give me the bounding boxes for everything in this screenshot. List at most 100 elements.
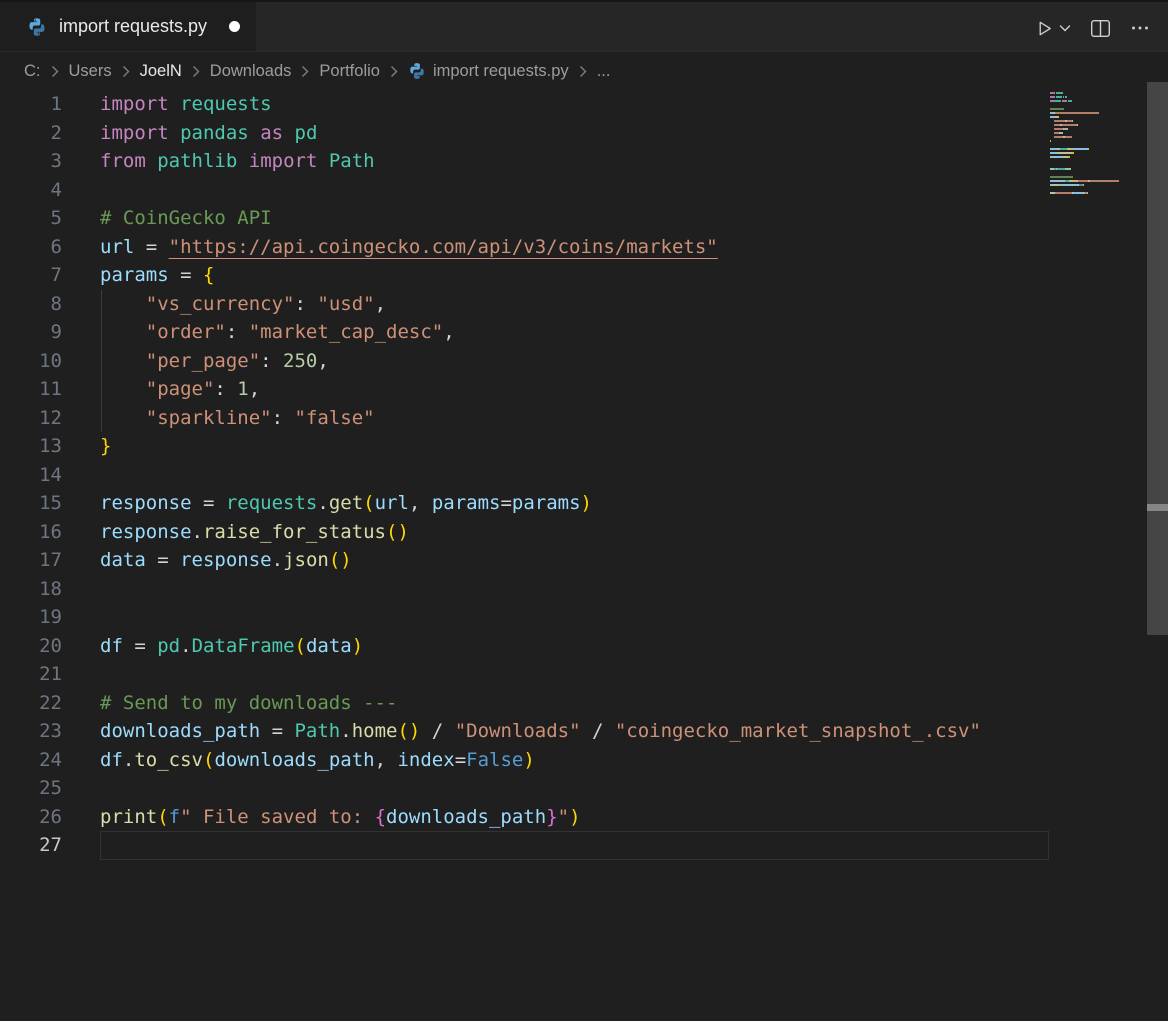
line-number[interactable]: 6 xyxy=(0,233,62,262)
line-number[interactable]: 5 xyxy=(0,204,62,233)
code-line: 11 "page": 1, xyxy=(0,375,981,404)
code-line: 4 xyxy=(0,176,981,205)
code-line: 9 "order": "market_cap_desc", xyxy=(0,318,981,347)
chevron-right-icon xyxy=(50,64,60,79)
breadcrumb-item[interactable]: C: xyxy=(24,62,41,81)
breadcrumb-item[interactable]: Users xyxy=(69,62,112,81)
code-line: 16response.raise_for_status() xyxy=(0,518,981,547)
code-line-content[interactable]: import requests xyxy=(62,90,272,119)
code-line-content[interactable]: from pathlib import Path xyxy=(62,147,375,176)
code-line-content[interactable] xyxy=(62,176,100,205)
chevron-down-icon[interactable] xyxy=(1059,24,1071,33)
breadcrumb-item[interactable]: JoelN xyxy=(140,62,182,81)
code-line-content[interactable]: downloads_path = Path.home() / "Download… xyxy=(62,717,981,746)
line-number[interactable]: 26 xyxy=(0,803,62,832)
line-number[interactable]: 23 xyxy=(0,717,62,746)
line-number[interactable]: 2 xyxy=(0,119,62,148)
code-line: 3from pathlib import Path xyxy=(0,147,981,176)
line-number[interactable]: 12 xyxy=(0,404,62,433)
code-line-content[interactable] xyxy=(62,461,100,490)
vertical-scrollbar-thumb[interactable] xyxy=(1147,82,1168,635)
line-number[interactable]: 8 xyxy=(0,290,62,319)
code-line: 14 xyxy=(0,461,981,490)
chevron-right-icon xyxy=(389,64,399,79)
code-line-content[interactable]: } xyxy=(62,432,111,461)
minimap-line xyxy=(1050,194,1147,198)
breadcrumb-item[interactable]: Downloads xyxy=(210,62,292,81)
more-actions-icon[interactable] xyxy=(1130,18,1150,38)
line-number[interactable]: 17 xyxy=(0,546,62,575)
code-line: 18 xyxy=(0,575,981,604)
code-line: 13} xyxy=(0,432,981,461)
chevron-right-icon xyxy=(578,64,588,79)
line-number[interactable]: 25 xyxy=(0,774,62,803)
code-line: 12 "sparkline": "false" xyxy=(0,404,981,433)
code-line-content[interactable]: import pandas as pd xyxy=(62,119,317,148)
code-line: 6url = "https://api.coingecko.com/api/v3… xyxy=(0,233,981,262)
line-number[interactable]: 7 xyxy=(0,261,62,290)
code-line: 22# Send to my downloads --- xyxy=(0,689,981,718)
code-line-content[interactable]: response = requests.get(url, params=para… xyxy=(62,489,592,518)
code-line-content[interactable] xyxy=(62,660,100,689)
line-number[interactable]: 22 xyxy=(0,689,62,718)
line-number[interactable]: 21 xyxy=(0,660,62,689)
tab-import-requests[interactable]: import requests.py xyxy=(0,2,256,51)
line-number[interactable]: 27 xyxy=(0,831,62,860)
code-line-content[interactable]: # Send to my downloads --- xyxy=(62,689,397,718)
breadcrumb: C: Users JoelN Downloads Portfolio import req… xyxy=(0,53,1168,89)
code-line: 25 xyxy=(0,774,981,803)
code-line-content[interactable]: params = { xyxy=(62,261,214,290)
breadcrumb-item[interactable]: Portfolio xyxy=(319,62,380,81)
line-number[interactable]: 1 xyxy=(0,90,62,119)
line-number[interactable]: 16 xyxy=(0,518,62,547)
code-line-content[interactable]: # CoinGecko API xyxy=(62,204,272,233)
line-number[interactable]: 14 xyxy=(0,461,62,490)
code-line: 24df.to_csv(downloads_path, index=False) xyxy=(0,746,981,775)
code-line-content[interactable]: "sparkline": "false" xyxy=(62,404,375,433)
chevron-right-icon xyxy=(300,64,310,79)
minimap[interactable] xyxy=(1050,90,1147,198)
line-number[interactable]: 11 xyxy=(0,375,62,404)
code-line: 10 "per_page": 250, xyxy=(0,347,981,376)
line-number[interactable]: 24 xyxy=(0,746,62,775)
line-number[interactable]: 9 xyxy=(0,318,62,347)
code-line-content[interactable]: url = "https://api.coingecko.com/api/v3/… xyxy=(62,233,718,262)
editor-actions xyxy=(1035,2,1150,54)
code-line-content[interactable] xyxy=(62,603,100,632)
code-line-content[interactable]: "page": 1, xyxy=(62,375,260,404)
code-line: 23downloads_path = Path.home() / "Downlo… xyxy=(0,717,981,746)
line-number[interactable]: 13 xyxy=(0,432,62,461)
code-line-content[interactable] xyxy=(62,831,100,860)
line-number[interactable]: 20 xyxy=(0,632,62,661)
code-line: 5# CoinGecko API xyxy=(0,204,981,233)
python-icon xyxy=(408,62,426,80)
line-number[interactable]: 4 xyxy=(0,176,62,205)
line-number[interactable]: 3 xyxy=(0,147,62,176)
editor[interactable]: 1import requests2import pandas as pd3fro… xyxy=(0,88,1168,1021)
code-line-content[interactable] xyxy=(62,575,100,604)
code-line: 15response = requests.get(url, params=pa… xyxy=(0,489,981,518)
unsaved-changes-dot[interactable] xyxy=(229,21,240,32)
code-line-content[interactable]: print(f" File saved to: {downloads_path}… xyxy=(62,803,581,832)
line-number[interactable]: 15 xyxy=(0,489,62,518)
breadcrumb-item[interactable]: import requests.py xyxy=(408,62,569,81)
overview-ruler-cursor-mark xyxy=(1147,504,1168,511)
code-line-content[interactable] xyxy=(62,774,100,803)
code-line-content[interactable]: "per_page": 250, xyxy=(62,347,329,376)
run-icon[interactable] xyxy=(1035,19,1054,38)
code-line-content[interactable]: response.raise_for_status() xyxy=(62,518,409,547)
code-line-content[interactable]: "vs_currency": "usd", xyxy=(62,290,386,319)
line-number[interactable]: 10 xyxy=(0,347,62,376)
code-line: 27 xyxy=(0,831,981,860)
breadcrumb-item[interactable]: ... xyxy=(597,62,611,81)
code-line-content[interactable]: data = response.json() xyxy=(62,546,352,575)
code-area[interactable]: 1import requests2import pandas as pd3fro… xyxy=(0,90,981,860)
code-line: 26print(f" File saved to: {downloads_pat… xyxy=(0,803,981,832)
line-number[interactable]: 18 xyxy=(0,575,62,604)
split-editor-icon[interactable] xyxy=(1090,19,1111,38)
line-number[interactable]: 19 xyxy=(0,603,62,632)
code-line-content[interactable]: df = pd.DataFrame(data) xyxy=(62,632,363,661)
code-line-content[interactable]: "order": "market_cap_desc", xyxy=(62,318,455,347)
code-line-content[interactable]: df.to_csv(downloads_path, index=False) xyxy=(62,746,535,775)
tab-bar: import requests.py xyxy=(0,0,1168,52)
